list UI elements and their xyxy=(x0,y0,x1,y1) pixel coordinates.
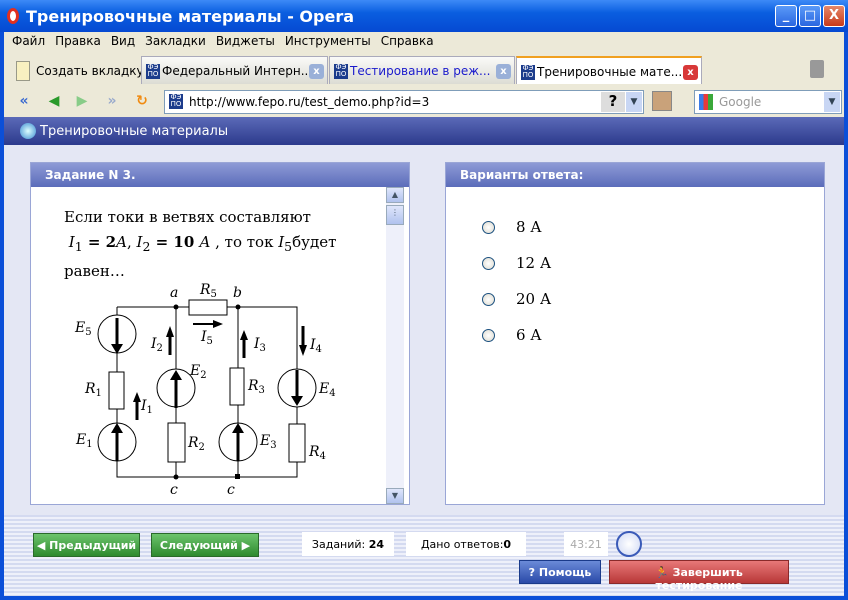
answer-label: 20 А xyxy=(516,290,552,308)
i3-label: I3 xyxy=(253,336,266,354)
answer-label: 6 А xyxy=(516,326,542,344)
r2-label: R2 xyxy=(187,435,205,453)
clock-icon xyxy=(616,531,642,557)
r5-label: R5 xyxy=(199,282,217,300)
node-c-label: c xyxy=(227,482,235,498)
finish-test-button[interactable]: 🏃 Завершить тестирование xyxy=(609,560,789,592)
node-a-label: a xyxy=(170,285,178,301)
e2-label: E2 xyxy=(189,363,207,381)
radio-button[interactable] xyxy=(482,220,495,234)
answered-count: Дано ответов:0 xyxy=(406,532,526,556)
e4-label: E4 xyxy=(318,381,336,399)
help-button[interactable]: ? Помощь xyxy=(519,560,601,584)
e3-label: E3 xyxy=(259,433,277,451)
node-b-label: b xyxy=(233,285,242,301)
radio-button[interactable] xyxy=(482,292,495,306)
answer-option[interactable]: 20 А xyxy=(482,289,551,309)
e5-label: E5 xyxy=(74,320,92,338)
r1-label: R1 xyxy=(84,381,102,399)
i2-label: I2 xyxy=(150,336,163,354)
answer-label: 8 А xyxy=(516,218,542,236)
answer-option[interactable]: 8 А xyxy=(482,217,542,237)
r3-label: R3 xyxy=(247,378,265,396)
radio-button[interactable] xyxy=(482,256,495,270)
question-icon: ? xyxy=(528,566,539,579)
r4-label: R4 xyxy=(308,444,326,462)
running-man-icon: 🏃 xyxy=(655,566,673,579)
tasks-count: Заданий: 24 xyxy=(302,532,394,556)
i1-label: I1 xyxy=(140,398,153,416)
radio-button[interactable] xyxy=(482,328,495,342)
i5-label: I5 xyxy=(200,329,213,347)
answer-option[interactable]: 6 А xyxy=(482,325,542,345)
answer-label: 12 А xyxy=(516,254,552,272)
answer-option[interactable]: 12 А xyxy=(482,253,551,273)
arrow-right-icon: ▶ xyxy=(237,539,251,552)
e1-label: E1 xyxy=(75,432,93,450)
previous-button[interactable]: ◀ Предыдущий xyxy=(33,533,140,557)
arrow-left-icon: ◀ xyxy=(36,539,50,552)
next-button[interactable]: Следующий ▶ xyxy=(151,533,259,557)
i4-label: I4 xyxy=(309,337,322,355)
answers-header: Варианты ответа: xyxy=(446,163,824,187)
node-c-label: c xyxy=(170,482,178,498)
timer: 43:21 xyxy=(564,532,608,556)
